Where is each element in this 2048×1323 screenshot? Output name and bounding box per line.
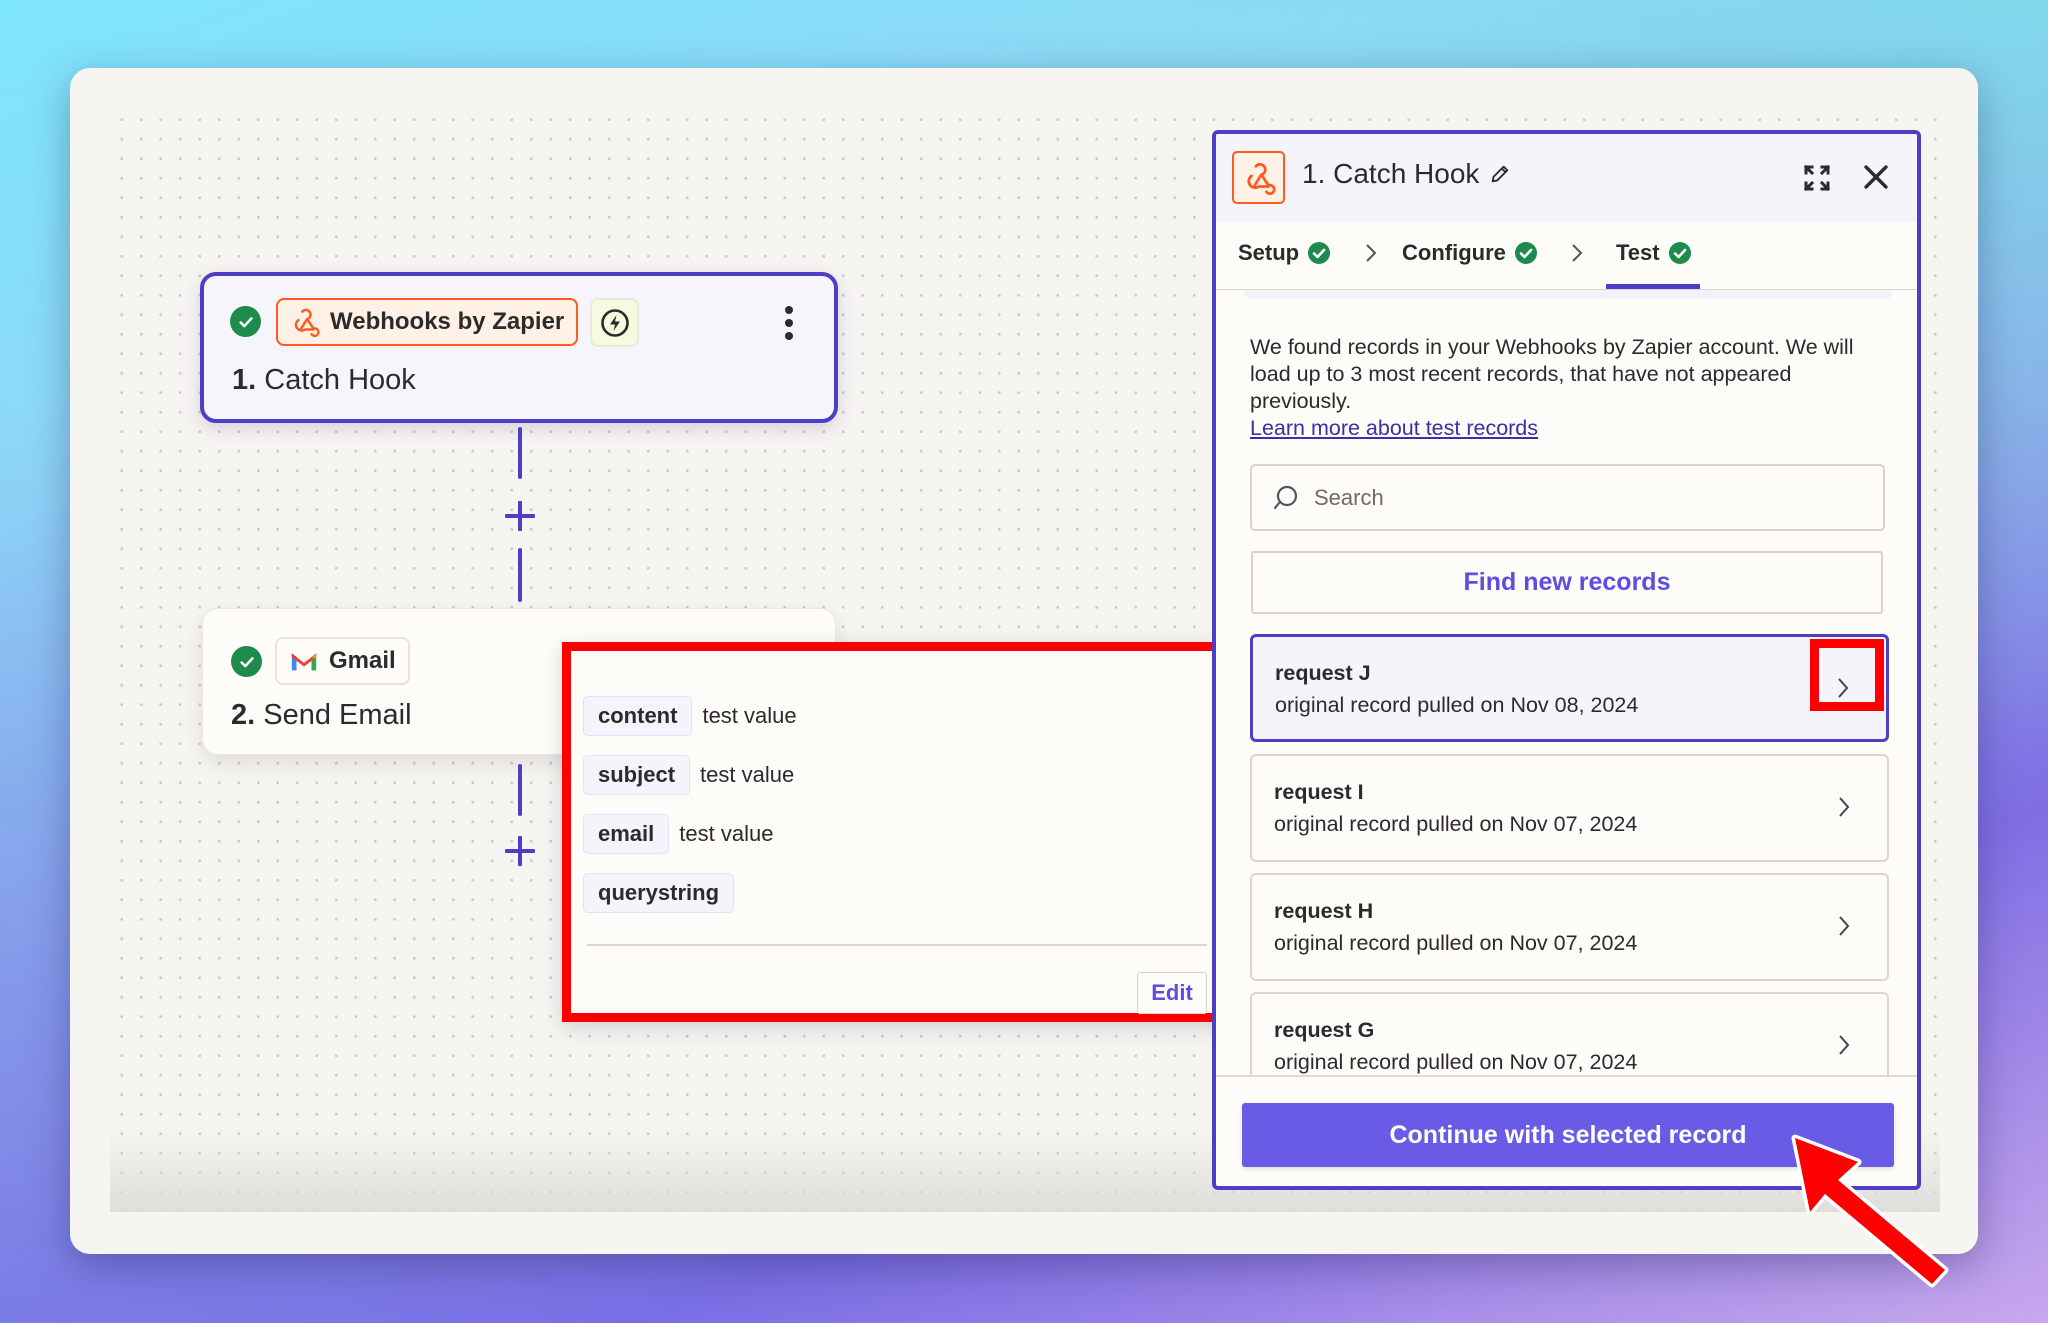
field-row[interactable]: email test value xyxy=(583,814,773,854)
record-subtitle: original record pulled on Nov 08, 2024 xyxy=(1275,693,1639,717)
step-title: 2. Send Email xyxy=(231,699,412,732)
record-name: request G xyxy=(1274,1018,1375,1042)
step-title: 1. Catch Hook xyxy=(232,364,416,397)
divider xyxy=(1216,1075,1917,1077)
record-name: request H xyxy=(1274,899,1374,923)
search-field[interactable] xyxy=(1250,464,1885,531)
step-number: 2. xyxy=(231,699,256,731)
record-name: request J xyxy=(1275,661,1371,685)
divider xyxy=(587,944,1207,946)
panel-title-text: 1. Catch Hook xyxy=(1302,158,1480,189)
chevron-right-icon xyxy=(1572,244,1583,262)
record-subtitle: original record pulled on Nov 07, 2024 xyxy=(1274,931,1638,955)
app-name: Gmail xyxy=(329,647,396,674)
step-tabs: Setup Configure Test xyxy=(1216,222,1917,290)
annotation-arrow-icon xyxy=(1791,1134,1949,1288)
learn-more-link[interactable]: Learn more about test records xyxy=(1250,415,1890,442)
field-row[interactable]: querystring xyxy=(583,873,735,913)
record-item[interactable]: request J original record pulled on Nov … xyxy=(1250,634,1889,742)
chevron-right-icon[interactable] xyxy=(1837,1032,1851,1058)
record-item[interactable]: request G original record pulled on Nov … xyxy=(1250,992,1889,1075)
app-chip-gmail[interactable]: Gmail xyxy=(275,637,410,685)
chevron-right-icon[interactable] xyxy=(1837,913,1851,939)
close-icon[interactable] xyxy=(1863,164,1889,190)
tab-label: Configure xyxy=(1402,240,1506,265)
field-value: test value xyxy=(700,762,795,787)
tab-label: Setup xyxy=(1238,240,1300,265)
field-value: test value xyxy=(679,821,774,846)
app-name: Webhooks by Zapier xyxy=(330,308,565,335)
records-list: request J original record pulled on Nov … xyxy=(1216,634,1917,1075)
test-description: We found records in your Webhooks by Zap… xyxy=(1250,334,1890,442)
pencil-icon[interactable] xyxy=(1489,163,1511,185)
webhook-icon xyxy=(290,307,320,337)
check-circle-icon xyxy=(1514,242,1537,264)
find-new-records-button[interactable]: Find new records xyxy=(1251,551,1883,614)
zap-editor-window: Webhooks by Zapier 1. Catch Hook Gmail 2… xyxy=(70,68,1978,1254)
kebab-menu-icon[interactable] xyxy=(784,306,794,340)
step-node-catch-hook[interactable]: Webhooks by Zapier 1. Catch Hook xyxy=(200,272,838,423)
panel-header: 1. Catch Hook xyxy=(1216,134,1917,222)
record-name: request I xyxy=(1274,780,1364,804)
scroll-fade xyxy=(1244,290,1893,299)
expand-icon[interactable] xyxy=(1803,164,1831,192)
field-key: content xyxy=(583,696,693,736)
field-value: test value xyxy=(702,703,797,728)
chevron-right-icon xyxy=(1366,244,1377,262)
tab-setup[interactable]: Setup xyxy=(1238,240,1331,266)
description-text: We found records in your Webhooks by Zap… xyxy=(1250,335,1854,413)
field-mapping-popover: content test value subject test value em… xyxy=(562,642,1232,1022)
annotation-highlight-box xyxy=(1810,639,1884,711)
webhook-icon xyxy=(1232,151,1285,204)
search-icon xyxy=(1273,485,1298,509)
edit-button[interactable]: Edit xyxy=(1137,972,1207,1014)
plus-icon[interactable] xyxy=(505,501,535,531)
field-row[interactable]: content test value xyxy=(583,696,797,736)
chevron-right-icon[interactable] xyxy=(1837,794,1851,820)
active-tab-indicator xyxy=(1606,284,1700,289)
record-subtitle: original record pulled on Nov 07, 2024 xyxy=(1274,1050,1638,1074)
check-circle-icon xyxy=(1308,242,1331,264)
instant-trigger-badge xyxy=(590,298,639,347)
instant-bolt-icon xyxy=(600,308,629,337)
check-circle-icon xyxy=(230,306,261,337)
connector-line xyxy=(518,548,522,602)
check-circle-icon xyxy=(1668,242,1691,264)
field-key: querystring xyxy=(583,873,735,913)
plus-icon[interactable] xyxy=(505,836,535,866)
field-row[interactable]: subject test value xyxy=(583,755,794,795)
step-details-panel: 1. Catch Hook Setup Configure Test We fo… xyxy=(1212,130,1921,1190)
tab-test[interactable]: Test xyxy=(1616,240,1692,266)
record-item[interactable]: request H original record pulled on Nov … xyxy=(1250,873,1889,981)
field-key: subject xyxy=(583,755,691,795)
connector-line xyxy=(518,764,522,816)
search-input[interactable] xyxy=(1314,484,1854,511)
app-chip-webhooks[interactable]: Webhooks by Zapier xyxy=(276,298,579,346)
tab-configure[interactable]: Configure xyxy=(1402,240,1538,266)
check-circle-icon xyxy=(231,646,262,677)
connector-line xyxy=(518,427,522,479)
tab-label: Test xyxy=(1616,240,1660,265)
step-name: Catch Hook xyxy=(264,364,416,396)
step-number: 1. xyxy=(232,364,257,396)
step-name: Send Email xyxy=(263,699,412,731)
record-subtitle: original record pulled on Nov 07, 2024 xyxy=(1274,812,1638,836)
panel-title[interactable]: 1. Catch Hook xyxy=(1302,158,1511,190)
record-item[interactable]: request I original record pulled on Nov … xyxy=(1250,754,1889,862)
field-key: email xyxy=(583,814,670,854)
gmail-icon xyxy=(289,646,319,676)
